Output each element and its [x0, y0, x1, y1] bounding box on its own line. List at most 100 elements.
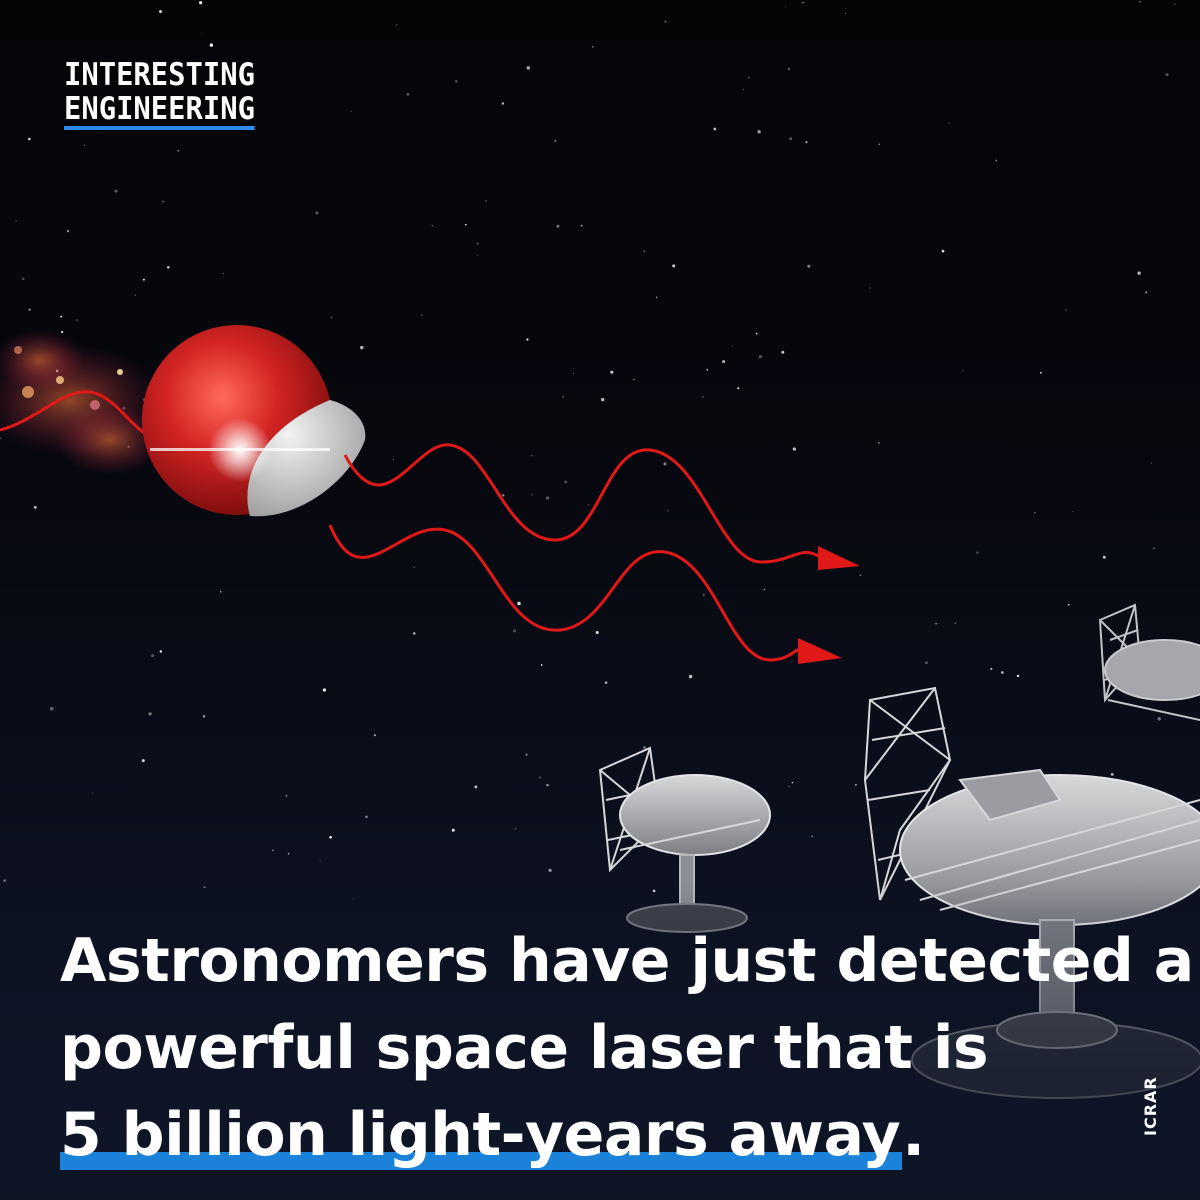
star [781, 350, 785, 354]
star [643, 250, 646, 252]
star [167, 266, 170, 269]
star [476, 242, 479, 246]
star [935, 623, 937, 625]
star [84, 144, 86, 146]
star [464, 223, 467, 226]
star [633, 848, 635, 850]
star [0, 437, 2, 440]
star [802, 1, 804, 4]
headline-line-1: Astronomers have just detected a [60, 926, 1194, 996]
star [663, 462, 667, 466]
star [209, 43, 214, 47]
star [1016, 674, 1020, 678]
star [878, 442, 880, 444]
star [319, 860, 321, 862]
star [1150, 462, 1152, 464]
star [758, 355, 762, 359]
star [365, 815, 368, 819]
star [413, 566, 415, 568]
star [731, 345, 733, 347]
star [1110, 772, 1114, 776]
star [604, 681, 608, 684]
star [642, 746, 647, 750]
star [546, 783, 549, 787]
star [962, 370, 964, 372]
headline: Astronomers have just detected a powerfu… [60, 918, 1194, 1179]
star [540, 664, 543, 666]
star [134, 294, 136, 296]
star [322, 688, 326, 692]
star [1153, 547, 1155, 550]
headline-highlight: 5 billion light-years away [60, 1100, 903, 1170]
star [789, 137, 792, 141]
star [287, 853, 290, 855]
star [28, 308, 31, 311]
brand-line-1: INTERESTING [64, 57, 255, 93]
star [351, 110, 353, 112]
star [713, 127, 717, 131]
star [159, 650, 163, 653]
star [329, 835, 332, 839]
star [476, 255, 478, 256]
star [878, 143, 880, 145]
star [177, 149, 179, 152]
star [702, 396, 704, 398]
star [784, 6, 786, 8]
star [1139, 0, 1141, 3]
star [1157, 717, 1161, 721]
star [548, 868, 552, 873]
star [474, 785, 478, 789]
star [484, 199, 487, 202]
star [807, 264, 811, 268]
star [788, 785, 790, 788]
star [655, 296, 658, 298]
star [791, 781, 794, 784]
star [330, 316, 333, 319]
star [514, 827, 517, 830]
star [406, 92, 410, 96]
star [941, 249, 945, 253]
star [667, 509, 669, 511]
star [792, 447, 797, 451]
star [595, 631, 599, 634]
star [995, 159, 998, 162]
star [990, 667, 993, 671]
star [61, 331, 64, 334]
star [1137, 271, 1141, 275]
headline-line-3: 5 billion light-years away. [60, 1092, 1160, 1179]
star [737, 387, 740, 390]
star [223, 273, 225, 275]
star [672, 264, 676, 268]
radio-wave-arrow-icon [328, 443, 860, 664]
star [501, 102, 505, 105]
star [531, 455, 533, 457]
star [1000, 671, 1004, 674]
star [15, 220, 17, 222]
star [610, 370, 614, 374]
star [1067, 603, 1070, 606]
star [60, 315, 63, 318]
star [556, 224, 560, 228]
star [1165, 73, 1169, 77]
star [954, 622, 956, 624]
star [722, 360, 726, 364]
star [396, 24, 398, 26]
star [159, 10, 162, 13]
star [747, 76, 750, 79]
star [562, 395, 565, 398]
star [976, 551, 979, 554]
star [525, 753, 528, 756]
star [392, 458, 394, 460]
star [564, 480, 568, 484]
star [805, 141, 808, 144]
star [633, 378, 635, 380]
star [413, 632, 416, 635]
star [201, 33, 203, 35]
star [451, 828, 455, 832]
star [742, 88, 745, 91]
star [859, 574, 862, 577]
star [1174, 4, 1176, 6]
star [513, 629, 517, 633]
headline-line-2: powerful space laser that is [60, 1013, 989, 1083]
star [787, 67, 791, 70]
